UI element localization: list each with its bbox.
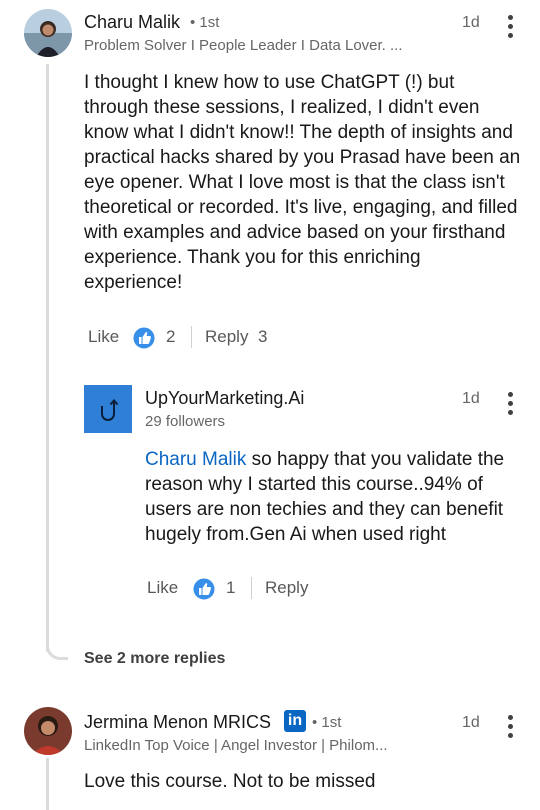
like-count: 2	[166, 327, 176, 346]
thread-line-2	[46, 758, 49, 810]
action-divider	[191, 326, 192, 348]
comment-text: Love this course. Not to be missed	[84, 771, 376, 792]
u-turn-arrow-icon	[101, 398, 119, 421]
reply-text: Charu Malik so happy that you validate t…	[145, 447, 515, 547]
reply-timestamp: 1d	[462, 390, 480, 407]
author-headline: Problem Solver I People Leader I Data Lo…	[84, 37, 403, 54]
comment-timestamp: 1d	[462, 14, 480, 31]
like-button[interactable]: Like	[88, 327, 119, 347]
reply-action-divider	[251, 577, 252, 599]
avatar-photo	[24, 707, 72, 755]
reply-like-button[interactable]: Like	[147, 578, 178, 598]
reply-button[interactable]: Reply	[205, 327, 248, 347]
linkedin-badge-icon: in	[284, 710, 306, 732]
avatar-photo	[24, 9, 72, 57]
avatar-charu-malik[interactable]	[24, 9, 72, 57]
reply-count: 3	[258, 327, 268, 346]
comment-author-name[interactable]: Charu Malik	[84, 12, 180, 33]
connection-degree: • 1st	[312, 714, 342, 731]
thread-line-curve	[46, 632, 68, 660]
more-options-icon[interactable]	[506, 15, 514, 38]
like-reaction-icon	[132, 326, 156, 350]
see-more-replies-link[interactable]: See 2 more replies	[84, 650, 225, 668]
reply-like-count: 1	[226, 578, 236, 597]
avatar-jermina-menon[interactable]	[24, 707, 72, 755]
mention-link[interactable]: Charu Malik	[145, 449, 246, 470]
author-headline: LinkedIn Top Voice | Angel Investor | Ph…	[84, 737, 388, 754]
reply-like-reaction-icon	[192, 577, 216, 601]
reply-author-followers: 29 followers	[145, 413, 226, 430]
comment-timestamp: 1d	[462, 714, 480, 731]
more-options-icon[interactable]	[506, 715, 514, 738]
company-logo-upyourmarketing[interactable]	[84, 385, 132, 433]
reply-reply-button[interactable]: Reply	[265, 578, 308, 598]
comment-author-name[interactable]: Jermina Menon MRICS	[84, 712, 271, 733]
reply-author-name[interactable]: UpYourMarketing.Ai	[145, 388, 304, 409]
thread-line	[46, 64, 49, 652]
connection-degree: • 1st	[190, 14, 220, 31]
comment-text: I thought I knew how to use ChatGPT (!) …	[84, 72, 521, 293]
reply-more-options-icon[interactable]	[506, 392, 514, 415]
